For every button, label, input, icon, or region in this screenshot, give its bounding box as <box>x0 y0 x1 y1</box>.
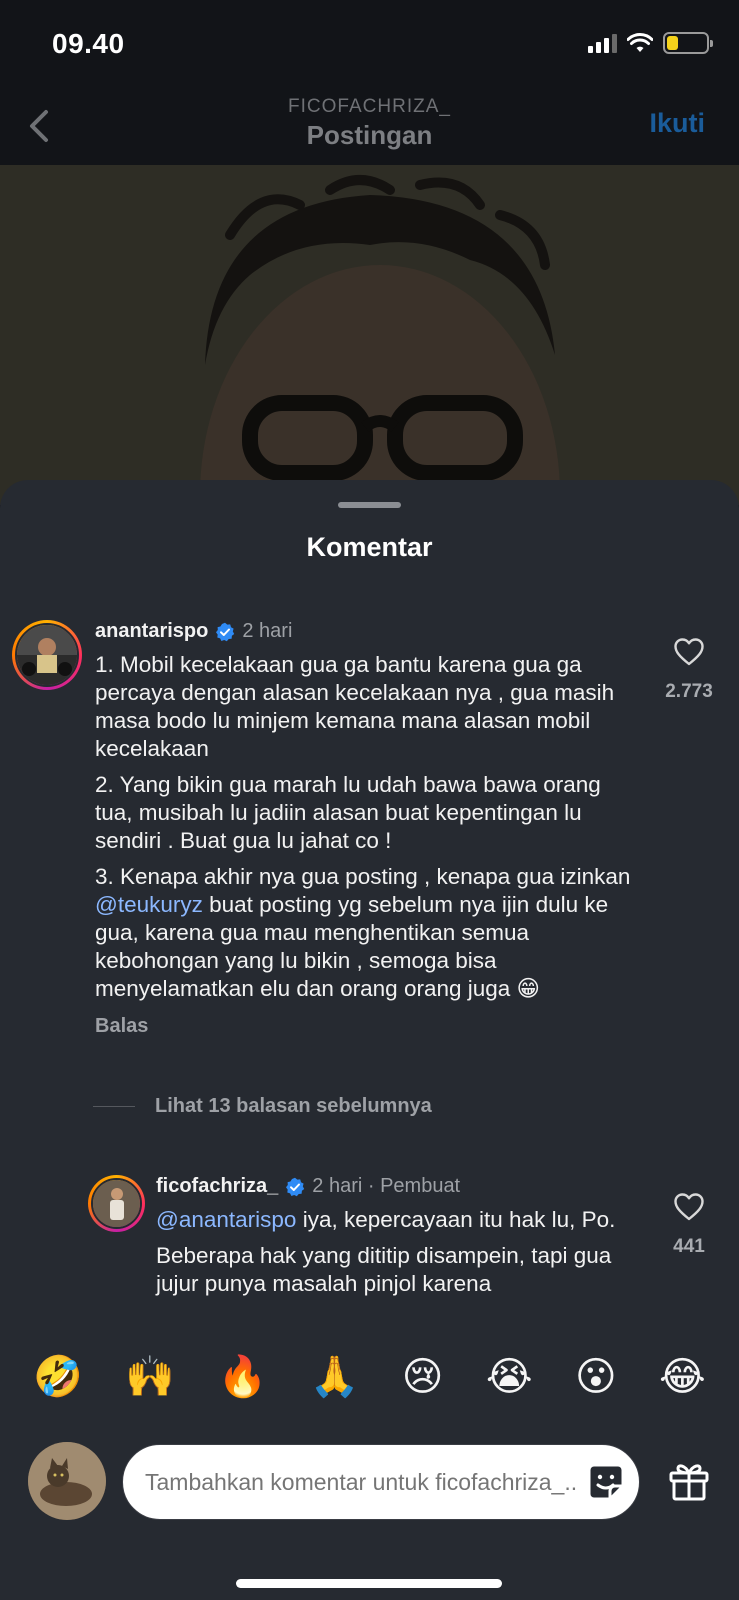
avatar[interactable] <box>88 1175 145 1232</box>
comment-paragraph: 2. Yang bikin gua marah lu udah bawa baw… <box>95 772 601 853</box>
comment-header: ficofachriza_ 2 hari · Pembuat <box>156 1175 636 1198</box>
comments-sheet: Komentar anantarispo 2 hari 1. Mobil kec… <box>0 480 739 1600</box>
emoji-button[interactable]: 🙏 <box>310 1357 360 1397</box>
comment-time: 2 hari <box>242 620 293 642</box>
verified-badge-icon <box>216 622 235 641</box>
avatar[interactable] <box>12 620 82 690</box>
comment-input[interactable] <box>122 1444 640 1520</box>
verified-badge-icon <box>286 1177 305 1196</box>
emoji-button[interactable]: 😢 <box>402 1357 444 1397</box>
emoji-button[interactable]: 😭 <box>486 1357 533 1397</box>
comment-username[interactable]: anantarispo <box>95 620 208 643</box>
like-count: 441 <box>673 1236 705 1257</box>
comment-text: 1. Mobil kecelakaan gua ga bantu karena … <box>95 651 635 1003</box>
wifi-icon <box>627 33 653 52</box>
my-avatar <box>28 1442 106 1520</box>
emoji-button[interactable]: 🔥 <box>217 1357 267 1397</box>
comment-username[interactable]: ficofachriza_ <box>156 1175 278 1198</box>
replies-divider <box>93 1106 135 1107</box>
heart-outline-icon[interactable] <box>674 638 704 666</box>
comment-header: anantarispo 2 hari <box>95 620 635 643</box>
comment-paragraph: @anantarispo iya, kepercayaan itu hak lu… <box>156 1206 636 1234</box>
home-indicator[interactable] <box>236 1579 502 1588</box>
comment-paragraph: Beberapa hak yang dititip disampein, tap… <box>156 1243 612 1296</box>
cellular-signal-icon <box>588 33 617 53</box>
mention-link[interactable]: @anantarispo <box>156 1207 296 1232</box>
comment-time: 2 hari · Pembuat <box>312 1175 461 1197</box>
post-header: FICOFACHRIZA_ Postingan Ikuti <box>0 92 739 165</box>
comment-body: ficofachriza_ 2 hari · Pembuat @anantari… <box>156 1175 636 1306</box>
comment-input-row <box>0 1442 739 1522</box>
header-titles: FICOFACHRIZA_ Postingan <box>0 96 739 151</box>
comment-text: @anantarispo iya, kepercayaan itu hak lu… <box>156 1206 636 1298</box>
emoji-button[interactable]: 🙌 <box>125 1357 175 1397</box>
header-username[interactable]: FICOFACHRIZA_ <box>0 96 739 118</box>
emoji-button[interactable]: 🤣 <box>33 1357 83 1397</box>
comment-list[interactable]: anantarispo 2 hari 1. Mobil kecelakaan g… <box>0 585 739 1335</box>
emoji-reaction-bar: 🤣 🙌 🔥 🙏 😢 😭 😮 😂 <box>0 1342 739 1412</box>
like-column: 441 <box>654 1193 724 1258</box>
gift-icon[interactable] <box>668 1460 710 1502</box>
status-bar: 09.40 <box>0 0 739 92</box>
view-replies-label[interactable]: Lihat 13 balasan sebelumnya <box>155 1095 432 1118</box>
page-title: Postingan <box>306 120 433 150</box>
post-image <box>0 165 739 505</box>
sheet-title: Komentar <box>306 532 433 562</box>
emoji-button[interactable]: 😮 <box>575 1357 617 1397</box>
heart-outline-icon[interactable] <box>674 1193 704 1221</box>
sticker-icon[interactable] <box>586 1462 626 1502</box>
status-icons <box>588 32 713 54</box>
sheet-grabber[interactable] <box>338 502 401 508</box>
view-previous-replies[interactable]: Lihat 13 balasan sebelumnya <box>93 1095 432 1118</box>
reply-button[interactable]: Balas <box>95 1015 635 1038</box>
comment-body: anantarispo 2 hari 1. Mobil kecelakaan g… <box>95 620 635 1038</box>
comment-text-segment: iya, kepercayaan itu hak lu, Po. <box>296 1207 616 1232</box>
emoji-button[interactable]: 😂 <box>659 1357 706 1397</box>
comment-paragraph: 3. Kenapa akhir nya gua posting , kenapa… <box>95 863 635 1003</box>
comment-paragraph: 1. Mobil kecelakaan gua ga bantu karena … <box>95 652 615 761</box>
comment-text-segment: 3. Kenapa akhir nya gua posting , kenapa… <box>95 864 631 889</box>
battery-icon <box>663 32 713 54</box>
mention-link[interactable]: @teukuryz <box>95 892 203 917</box>
like-column: 2.773 <box>654 638 724 703</box>
status-time: 09.40 <box>52 28 125 59</box>
follow-button[interactable]: Ikuti <box>649 108 705 139</box>
like-count: 2.773 <box>665 681 713 702</box>
battery-level <box>667 36 678 50</box>
